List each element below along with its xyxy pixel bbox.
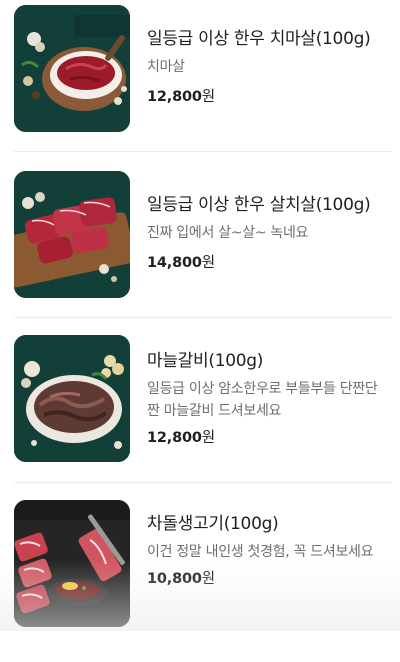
product-info: 마늘갈비(100g) 일등급 이상 암소한우로 부들부들 단짠단짠 마늘갈비 드… (147, 350, 392, 448)
galbi-plate-image (14, 335, 130, 462)
product-info: 일등급 이상 한우 살치살(100g) 진짜 입에서 살~살~ 녹네요 14,8… (147, 194, 392, 273)
product-item-chimasal[interactable]: 일등급 이상 한우 치마살(100g) 치마살 12,800원 (0, 0, 400, 165)
price-amount: 12,800 (147, 430, 202, 446)
product-description: 진짜 입에서 살~살~ 녹네요 (147, 225, 309, 241)
product-image-salchisal[interactable] (14, 171, 130, 298)
product-description: 이건 정말 내인생 첫경험, 꼭 드셔보세요 (147, 544, 374, 560)
product-price: 12,800원 (147, 87, 392, 107)
item-divider (14, 151, 392, 152)
price-currency: 원 (201, 571, 215, 587)
price-amount: 10,800 (147, 571, 202, 587)
product-title[interactable]: 마늘갈비(100g) (147, 350, 392, 372)
product-info: 차돌생고기(100g) 이건 정말 내인생 첫경험, 꼭 드셔보세요 10,80… (147, 513, 392, 589)
product-item-salchisal[interactable]: 일등급 이상 한우 살치살(100g) 진짜 입에서 살~살~ 녹네요 14,8… (0, 166, 400, 331)
product-info: 일등급 이상 한우 치마살(100g) 치마살 12,800원 (147, 28, 392, 107)
beef-dish-image (14, 5, 130, 132)
product-title[interactable]: 차돌생고기(100g) (147, 513, 392, 535)
price-currency: 원 (201, 255, 215, 271)
product-price: 12,800원 (147, 428, 392, 448)
product-description: 일등급 이상 암소한우로 부들부들 단짠단짠 마늘갈비 드셔보세요 (147, 381, 378, 419)
product-title[interactable]: 일등급 이상 한우 살치살(100g) (147, 194, 392, 216)
product-item-garlic-galbi[interactable]: 마늘갈비(100g) 일등급 이상 암소한우로 부들부들 단짠단짠 마늘갈비 드… (0, 332, 400, 497)
brisket-slices-image (14, 500, 130, 627)
product-image-chadol[interactable] (14, 500, 130, 627)
product-price: 14,800원 (147, 253, 392, 273)
product-image-garlic-galbi[interactable] (14, 335, 130, 462)
item-divider (14, 317, 392, 318)
product-description: 치마살 (147, 59, 185, 75)
product-item-chadol[interactable]: 차돌생고기(100g) 이건 정말 내인생 첫경험, 꼭 드셔보세요 10,80… (0, 497, 400, 662)
product-title[interactable]: 일등급 이상 한우 치마살(100g) (147, 28, 392, 50)
product-price: 10,800원 (147, 569, 392, 589)
product-image-chimasal[interactable] (14, 5, 130, 132)
price-amount: 14,800 (147, 255, 202, 271)
price-currency: 원 (201, 430, 215, 446)
beef-board-image (14, 171, 130, 298)
price-amount: 12,800 (147, 89, 202, 105)
item-divider (14, 482, 392, 483)
price-currency: 원 (201, 89, 215, 105)
